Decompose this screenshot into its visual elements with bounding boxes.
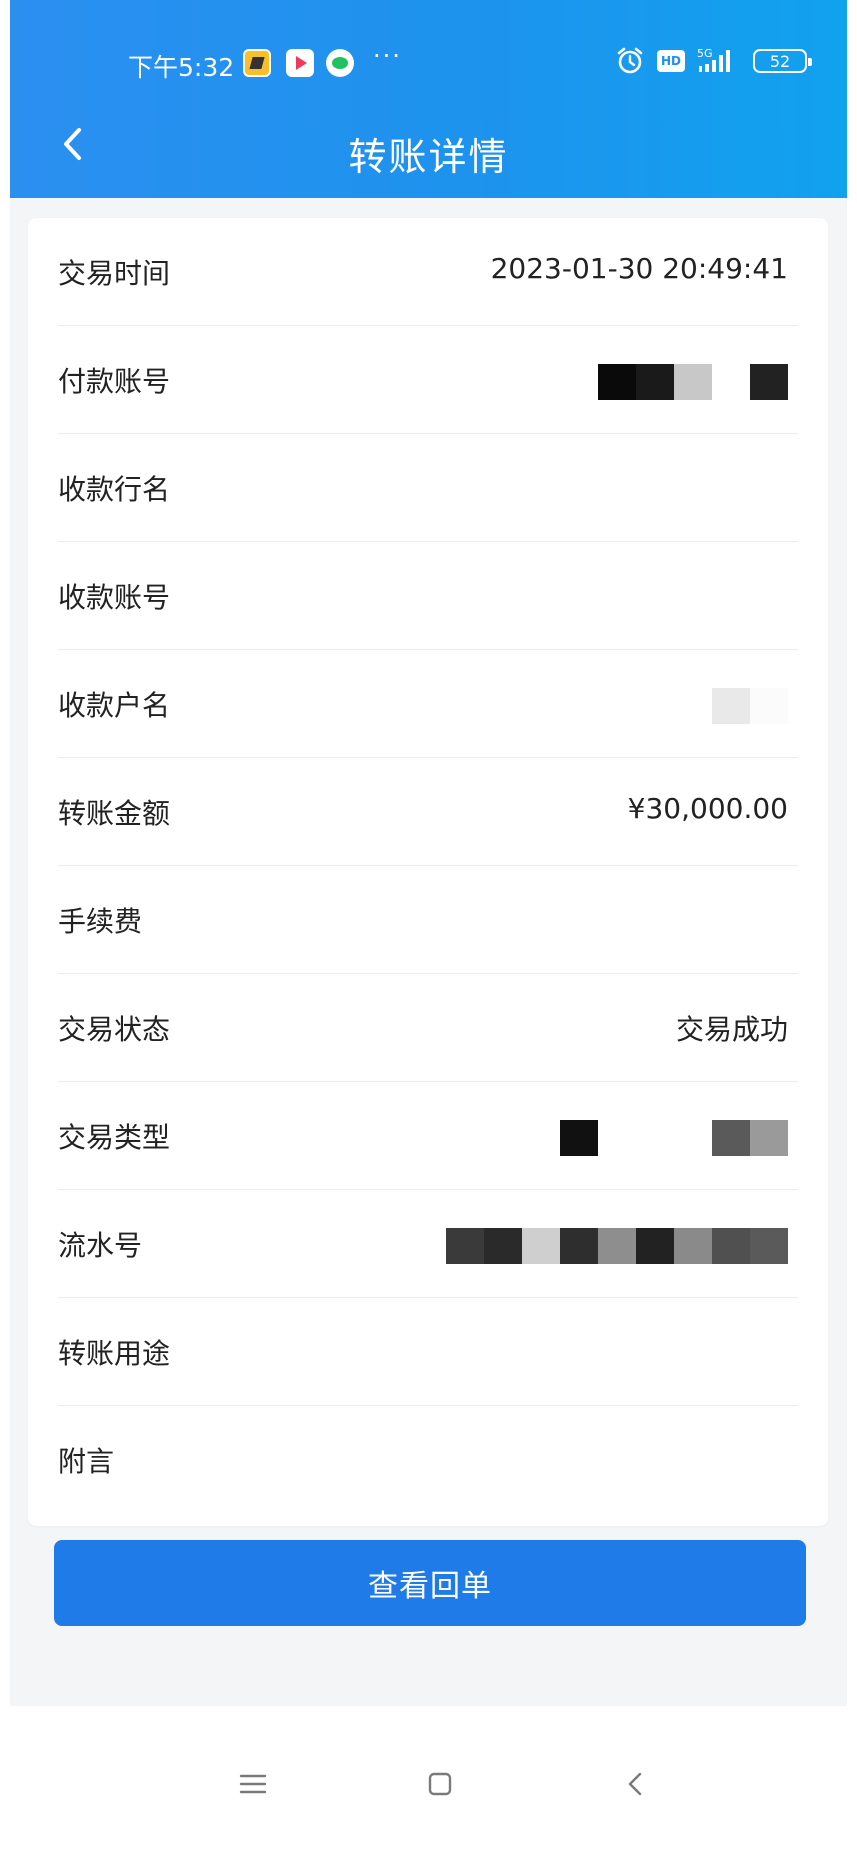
- svg-text:5G: 5G: [697, 47, 713, 60]
- redacted-value: [712, 688, 788, 724]
- row-label: 附言: [58, 1445, 115, 1478]
- row-label: 交易类型: [58, 1121, 171, 1154]
- row-value: ¥30,000.00: [627, 792, 788, 825]
- phone-screen: 下午5:32 ··· HD 5G 52 转账详情 交易时间 2023-01-30…: [10, 0, 847, 1856]
- system-back-icon[interactable]: [618, 1766, 654, 1802]
- detail-row-amount: 转账金额 ¥30,000.00: [58, 758, 798, 866]
- row-label: 交易状态: [58, 1013, 171, 1046]
- row-label: 流水号: [58, 1229, 143, 1262]
- transfer-details-card: 交易时间 2023-01-30 20:49:41 付款账号 收款行名 收款账号 …: [28, 218, 828, 1526]
- redacted-value: [446, 1228, 788, 1264]
- detail-row-purpose: 转账用途: [58, 1298, 798, 1406]
- redacted-value: [560, 1120, 788, 1156]
- row-value: 交易成功: [675, 1013, 788, 1046]
- detail-row-note: 附言: [58, 1406, 798, 1514]
- more-notifications-icon: ···: [373, 42, 402, 70]
- detail-row-payee-bank: 收款行名: [58, 434, 798, 542]
- detail-row-payee-name: 收款户名: [58, 650, 798, 758]
- row-label: 转账用途: [58, 1337, 171, 1370]
- page-title: 转账详情: [348, 135, 509, 179]
- detail-row-fee: 手续费: [58, 866, 798, 974]
- redacted-value: [598, 364, 788, 400]
- wechat-icon: [326, 49, 354, 77]
- row-label: 收款行名: [58, 473, 171, 506]
- detail-row-status: 交易状态 交易成功: [58, 974, 798, 1082]
- view-receipt-button[interactable]: 查看回单: [54, 1540, 806, 1626]
- row-label: 手续费: [58, 905, 143, 938]
- alarm-icon: [617, 47, 643, 74]
- row-label: 收款户名: [58, 689, 171, 722]
- signal-5g-icon: 5G: [697, 47, 730, 72]
- detail-row-type: 交易类型: [58, 1082, 798, 1190]
- status-bar: 下午5:32 ··· HD 5G 52: [10, 0, 847, 100]
- row-label: 收款账号: [58, 581, 171, 614]
- row-label: 转账金额: [58, 797, 171, 830]
- battery-icon: 52: [753, 49, 812, 73]
- detail-row-time: 交易时间 2023-01-30 20:49:41: [58, 218, 798, 326]
- system-nav-bar: [10, 1706, 847, 1856]
- detail-row-payer-account: 付款账号: [58, 326, 798, 434]
- row-label: 付款账号: [58, 365, 171, 398]
- header: 下午5:32 ··· HD 5G 52 转账详情: [10, 0, 847, 198]
- notification-app-icon: [243, 49, 271, 77]
- detail-row-payee-account: 收款账号: [58, 542, 798, 650]
- status-indicators: HD 5G 52: [615, 44, 812, 78]
- status-time: 下午5:32: [128, 53, 235, 82]
- menu-icon[interactable]: [235, 1766, 271, 1802]
- detail-row-serial-number: 流水号: [58, 1190, 798, 1298]
- video-app-icon: [286, 49, 314, 77]
- row-value: 2023-01-30 20:49:41: [490, 252, 788, 285]
- hd-icon: HD: [657, 50, 685, 72]
- nav-bar: 转账详情: [10, 100, 847, 198]
- row-label: 交易时间: [58, 257, 171, 290]
- home-icon[interactable]: [422, 1766, 458, 1802]
